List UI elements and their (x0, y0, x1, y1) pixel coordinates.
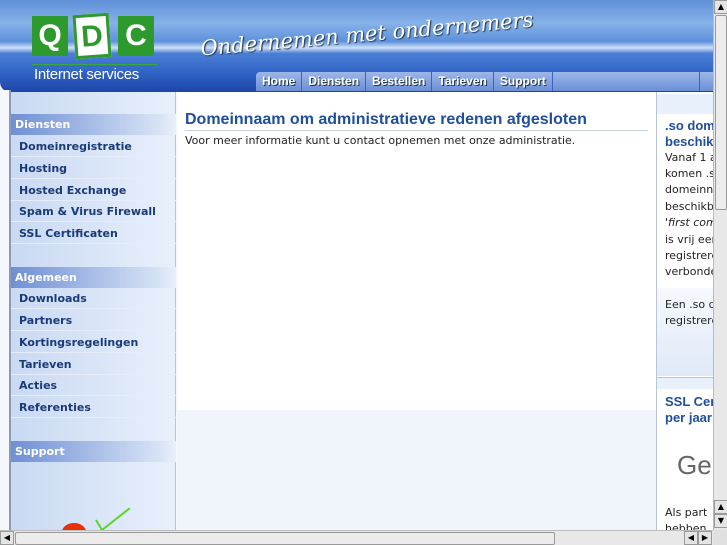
sidebar-section-diensten: Diensten (11, 114, 176, 135)
nav-home[interactable]: Home (256, 72, 303, 91)
sidebar-item-domeinregistratie[interactable]: Domeinregistratie (11, 136, 176, 157)
nav-tarieven[interactable]: Tarieven (432, 72, 494, 91)
horizontal-scroll-thumb[interactable] (15, 532, 555, 545)
so-promo-line: registrere (665, 249, 713, 262)
sidebar-item-tarieven[interactable]: Tarieven (11, 354, 176, 375)
vertical-scroll-thumb[interactable] (715, 15, 727, 210)
ssl-promo-line: hebben (665, 522, 707, 530)
so-promo-line: 'first come (665, 216, 713, 229)
scroll-up-icon[interactable]: ▲ (714, 500, 727, 514)
checkmark-logo-icon (62, 508, 131, 530)
logo-subtitle: Internet services (34, 66, 139, 83)
ssl-promo-title[interactable]: SSL Cer (665, 394, 713, 410)
sidebar-item-downloads[interactable]: Downloads (11, 288, 176, 309)
scroll-down-icon[interactable]: ▼ (714, 514, 727, 528)
slogan: Ondernemen met ondernemers (199, 7, 535, 61)
sidebar: Diensten Domeinregistratie Hosting Hoste… (11, 92, 176, 530)
sidebar-item-referenties[interactable]: Referenties (11, 397, 176, 418)
so-promo-title[interactable]: beschik (665, 134, 713, 150)
scroll-left-icon[interactable]: ◀ (684, 531, 698, 545)
nav-diensten[interactable]: Diensten (302, 72, 367, 91)
sidebar-item-hosting[interactable]: Hosting (11, 158, 176, 179)
so-promo-line: verbonde (665, 265, 713, 278)
site-header: Q D C Internet services Ondernemen met o… (0, 0, 713, 92)
main-nav: Home Diensten Bestellen Tarieven Support (256, 72, 713, 91)
logo-letter: D (72, 12, 112, 60)
page-title: Domeinnaam om administratieve redenen af… (185, 111, 648, 131)
sidebar-section-algemeen: Algemeen (11, 267, 176, 288)
sidebar-item-acties[interactable]: Acties (11, 375, 176, 396)
nav-bestellen[interactable]: Bestellen (366, 72, 433, 91)
so-promo-title[interactable]: .so dom (665, 118, 713, 134)
sidebar-item-spam-virus-firewall[interactable]: Spam & Virus Firewall (11, 201, 176, 222)
so-promo-line: domeinna (665, 183, 713, 196)
so-promo-line: Vanaf 1 a (665, 151, 713, 164)
sidebar-section-support: Support (11, 441, 176, 462)
so-promo-line: komen .so (665, 167, 713, 180)
logo-letter: C (118, 16, 154, 56)
sidebar-item-ssl-certificaten[interactable]: SSL Certificaten (11, 223, 176, 244)
logo-divider (32, 64, 157, 65)
main-content: Domeinnaam om administratieve redenen af… (177, 92, 656, 410)
sidebar-item-partners[interactable]: Partners (11, 310, 176, 331)
vertical-scrollbar[interactable]: ▲ ▲ ▼ (713, 0, 727, 530)
sidebar-item-hosted-exchange[interactable]: Hosted Exchange (11, 180, 176, 201)
scroll-corner (713, 530, 727, 545)
horizontal-scrollbar[interactable]: ◀ ◀ ▶ (0, 530, 713, 545)
so-promo-line: beschikba (665, 200, 713, 213)
so-promo-line: Een .so d (665, 298, 713, 311)
box-header-band (657, 94, 713, 114)
ssl-promo-line: Als part (665, 506, 708, 519)
scroll-up-icon[interactable]: ▲ (714, 0, 727, 14)
ssl-promo-title[interactable]: per jaar (665, 410, 712, 426)
scroll-right-icon[interactable]: ▶ (698, 531, 712, 545)
scroll-left-icon[interactable]: ◀ (0, 531, 14, 545)
right-column: .so dom beschik Vanaf 1 a komen .so dome… (656, 92, 713, 530)
qdc-logo[interactable]: Q D C Internet services (32, 12, 157, 87)
nav-end (699, 72, 713, 91)
sidebar-item-kortingsregelingen[interactable]: Kortingsregelingen (11, 332, 176, 353)
nav-support[interactable]: Support (494, 72, 553, 91)
main-footer-area (177, 410, 656, 530)
ssl-brand-logo: Ge (677, 450, 712, 480)
box-header-band (657, 377, 713, 389)
logo-letter: Q (32, 16, 68, 56)
page-text: Voor meer informatie kunt u contact opne… (185, 134, 576, 147)
so-promo-line: registrere (665, 314, 713, 327)
so-promo-line: is vrij een (665, 233, 713, 246)
